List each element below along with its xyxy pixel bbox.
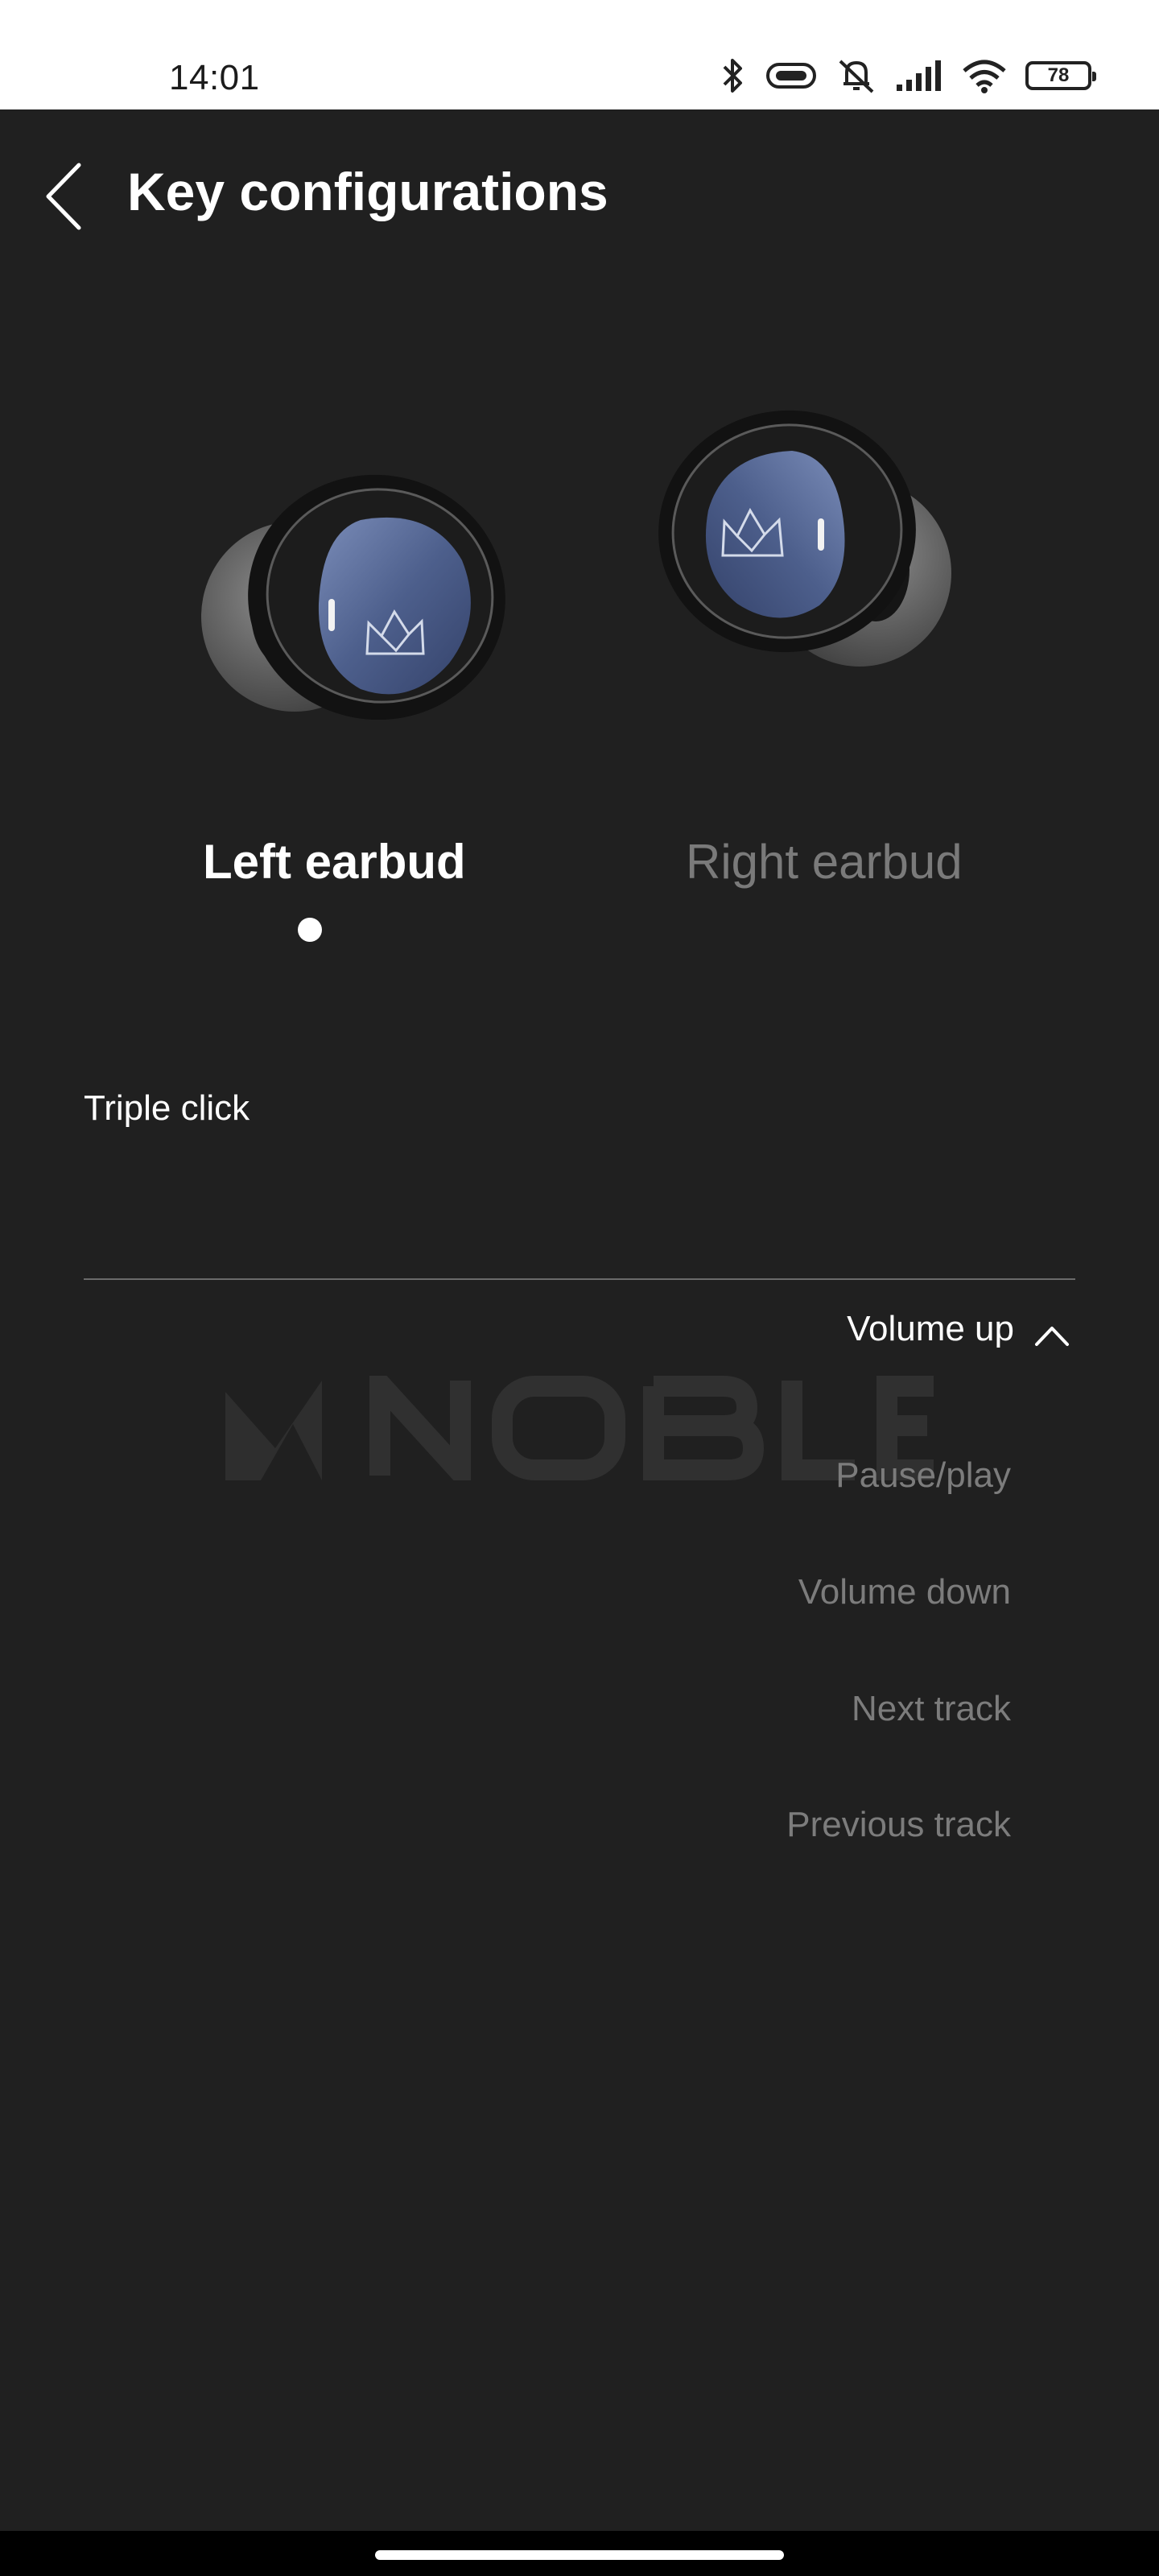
tab-right-earbud[interactable]: Right earbud [686, 834, 963, 890]
selected-tab-indicator [298, 918, 322, 942]
setting-label: Triple click [84, 1088, 250, 1128]
back-arrow-icon [46, 163, 81, 230]
dropdown-selected-value[interactable]: Volume up [847, 1309, 1014, 1349]
status-bar: 14:01 78 [0, 0, 1159, 109]
battery-icon: 78 [1025, 61, 1096, 90]
page-title: Key configurations [127, 162, 608, 221]
right-earbud-image [658, 410, 951, 667]
bluetooth-icon [723, 59, 742, 93]
navigation-bar [0, 2531, 1159, 2576]
dropdown-option[interactable]: Pause/play [835, 1455, 1011, 1496]
dropdown-option[interactable]: Volume down [798, 1572, 1011, 1612]
back-button[interactable] [32, 156, 93, 237]
status-icons: 78 [720, 56, 1096, 95]
mute-icon [839, 60, 874, 93]
wifi-icon [963, 60, 1006, 93]
status-time: 14:01 [169, 58, 260, 97]
divider [84, 1278, 1075, 1280]
dropdown-option[interactable]: Next track [852, 1689, 1011, 1729]
vibrate-icon [766, 63, 816, 89]
home-indicator[interactable] [375, 2550, 784, 2560]
chevron-up-icon[interactable] [1032, 1317, 1072, 1352]
signal-icon [897, 60, 941, 91]
dropdown-option[interactable]: Previous track [786, 1805, 1011, 1845]
tab-left-earbud[interactable]: Left earbud [203, 834, 466, 890]
left-earbud-image [201, 474, 505, 720]
brand-watermark-logo [225, 1376, 934, 1480]
key-configurations-screen: Key configurations Left earbud Right ear… [0, 109, 1159, 2531]
battery-level: 78 [1047, 64, 1070, 86]
